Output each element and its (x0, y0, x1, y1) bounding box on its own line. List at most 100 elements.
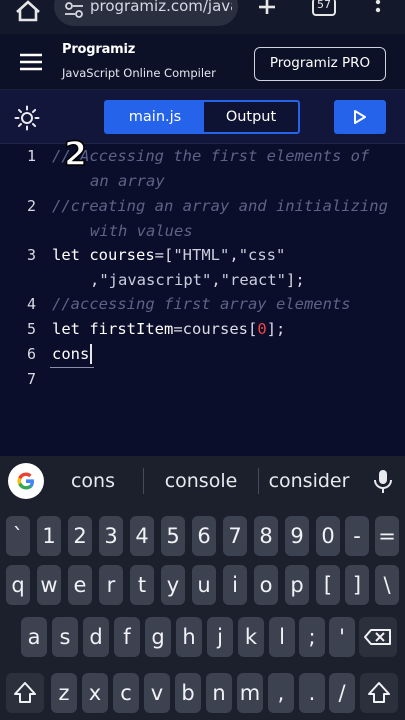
backspace-icon (364, 629, 391, 645)
line-number: 4 (26, 295, 36, 313)
code-line-4: //accessing first array elements (52, 295, 351, 313)
key[interactable]: q (6, 565, 30, 605)
app-header: Programiz JavaScript Online Compiler Pro… (0, 34, 405, 90)
address-bar[interactable]: programiz.com/javas (54, 0, 238, 26)
key[interactable]: v (144, 673, 170, 713)
shift-icon (368, 682, 390, 703)
suggestion-bar: cons console consider (0, 456, 405, 506)
key[interactable]: 8 (254, 516, 278, 556)
code-line-1-wrap: an array (90, 172, 165, 190)
browser-bar: programiz.com/javas 57 (0, 0, 405, 34)
code-line-2-wrap: with values (90, 222, 193, 240)
code-line-5: let firstItem=courses[0]; (52, 320, 286, 338)
key[interactable]: . (299, 673, 325, 713)
url-text[interactable]: programiz.com/javas (90, 0, 232, 15)
shift-key-right[interactable] (360, 673, 398, 713)
microphone-icon[interactable] (372, 468, 394, 494)
key[interactable]: ; (299, 617, 325, 657)
key[interactable]: t (130, 565, 154, 605)
key[interactable]: n (206, 673, 232, 713)
overlay-step-number: 2 (63, 133, 87, 174)
key[interactable]: ` (6, 516, 30, 556)
backspace-key[interactable] (359, 617, 397, 657)
tab-main-js[interactable]: main.js (106, 102, 204, 132)
key[interactable]: 1 (37, 516, 61, 556)
key[interactable]: , (268, 673, 294, 713)
key[interactable]: k (238, 617, 264, 657)
code-line-6[interactable]: cons (52, 345, 89, 363)
key[interactable]: e (68, 565, 92, 605)
programiz-pro-button[interactable]: Programiz PRO (254, 47, 386, 81)
key[interactable]: [ (316, 565, 340, 605)
suggestion-item[interactable]: console (155, 470, 247, 492)
theme-toggle-sun-icon[interactable] (14, 105, 40, 131)
on-screen-keyboard: cons console consider ` 1 2 3 4 5 6 7 8 … (0, 456, 405, 720)
key[interactable]: z (51, 673, 77, 713)
key[interactable]: 0 (316, 516, 340, 556)
key[interactable]: u (192, 565, 216, 605)
code-line-3-wrap: ,"javascript","react"]; (90, 271, 305, 289)
tab-switcher-icon[interactable]: 57 (312, 0, 336, 16)
key[interactable]: 7 (223, 516, 247, 556)
google-logo-icon[interactable] (8, 463, 44, 499)
code-line-1: //.Accessing the first elements of (52, 147, 370, 165)
key[interactable]: = (375, 516, 399, 556)
line-number: 1 (26, 147, 36, 165)
file-tabs: main.js Output (104, 100, 300, 134)
key[interactable]: ' (329, 617, 355, 657)
key[interactable]: o (254, 565, 278, 605)
code-line-2: //creating an array and initializing (52, 197, 388, 215)
key[interactable]: d (83, 617, 109, 657)
key[interactable]: p (285, 565, 309, 605)
key[interactable]: 2 (68, 516, 92, 556)
key[interactable]: a (21, 617, 47, 657)
key[interactable]: / (329, 673, 355, 713)
key[interactable]: y (161, 565, 185, 605)
play-icon (354, 110, 366, 124)
suggestion-item[interactable]: cons (60, 470, 126, 492)
key[interactable]: f (114, 617, 140, 657)
key[interactable]: m (237, 673, 263, 713)
key[interactable]: g (145, 617, 171, 657)
key[interactable]: - (345, 516, 369, 556)
key[interactable]: 6 (192, 516, 216, 556)
home-icon[interactable] (14, 0, 42, 22)
site-settings-icon[interactable] (64, 2, 84, 18)
key[interactable]: 3 (99, 516, 123, 556)
shift-key[interactable] (6, 673, 44, 713)
key[interactable]: 9 (285, 516, 309, 556)
editor-toolbar: main.js Output (0, 90, 405, 144)
suggestion-divider (258, 468, 259, 494)
code-editor[interactable]: 1 2 3 4 5 6 7 //.Accessing the first ele… (0, 133, 405, 456)
key[interactable]: c (113, 673, 139, 713)
key[interactable]: l (269, 617, 295, 657)
line-number: 7 (26, 370, 36, 388)
hamburger-menu-icon[interactable] (19, 52, 43, 72)
key[interactable]: w (37, 565, 61, 605)
key[interactable]: 5 (161, 516, 185, 556)
key[interactable]: s (52, 617, 78, 657)
key[interactable]: i (223, 565, 247, 605)
line-number: 2 (26, 197, 36, 215)
tab-output[interactable]: Output (204, 102, 298, 132)
more-options-icon[interactable] (370, 0, 386, 20)
suggestion-item[interactable]: consider (264, 470, 354, 492)
brand-logo[interactable]: Programiz (62, 42, 135, 57)
key[interactable]: 4 (130, 516, 154, 556)
shift-icon (14, 682, 36, 703)
key[interactable]: x (82, 673, 108, 713)
key[interactable]: ] (345, 565, 369, 605)
line-number: 5 (26, 320, 36, 338)
key[interactable]: j (207, 617, 233, 657)
suggestion-divider (143, 468, 144, 494)
key[interactable]: h (176, 617, 202, 657)
new-tab-icon[interactable] (255, 0, 279, 20)
line-number: 3 (26, 246, 36, 264)
line-number: 6 (26, 345, 36, 363)
text-cursor (90, 344, 92, 364)
key[interactable]: b (175, 673, 201, 713)
run-button[interactable] (334, 100, 386, 134)
key[interactable]: r (99, 565, 123, 605)
app-subtitle: JavaScript Online Compiler (62, 66, 216, 80)
key[interactable]: \ (375, 565, 399, 605)
